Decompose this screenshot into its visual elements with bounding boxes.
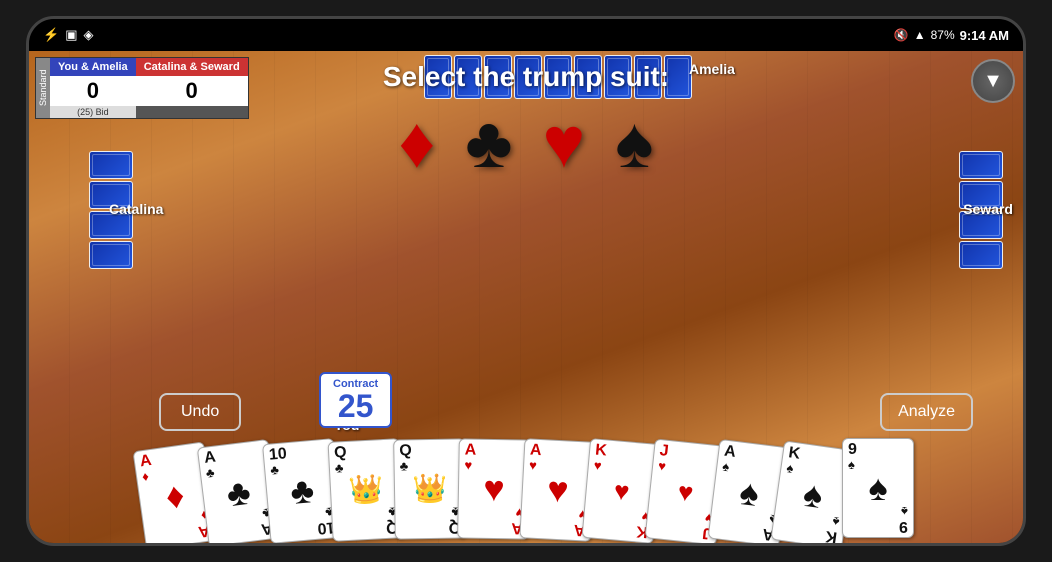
info-icon: ▼ (983, 70, 1003, 93)
battery-level: 87% (931, 28, 955, 42)
card-center: ♣ (225, 474, 253, 513)
contract-number: 25 (333, 390, 378, 422)
phone-frame: ⚡ ▣ ◈ 🔇 ▲ 87% 9:14 AM Standard You & Ame… (26, 16, 1026, 546)
sim-icon: ▣ (65, 27, 77, 43)
card-suit: ♠ (848, 458, 855, 471)
team1-score: 0 (50, 76, 136, 106)
hand-card-qc2[interactable]: Q ♣ 👑 Q ♣ (393, 438, 467, 539)
signal-icon: ▲ (914, 28, 926, 42)
hand-area: A ♦ ♦ A ♦ A ♣ ♣ A ♣ 10 ♣ ♣ 10 ♣ (29, 435, 1023, 543)
card-suit: ♣ (205, 466, 215, 480)
diamond-suit-button[interactable]: ♦ (398, 107, 435, 179)
card-back (89, 151, 133, 179)
team1-score-col: You & Amelia 0 (25) Bid (50, 58, 136, 118)
card-center: 👑 (348, 475, 384, 505)
card-rank: Q (334, 445, 347, 462)
heart-suit-button[interactable]: ♥ (542, 107, 585, 179)
card-back (959, 151, 1003, 179)
mute-icon: 🔇 (894, 28, 909, 42)
trump-suits: ♦ ♣ ♥ ♠ (383, 107, 669, 179)
card-center: ♥ (677, 478, 695, 505)
undo-button[interactable]: Undo (159, 393, 241, 431)
player-catalina-label: Catalina (109, 201, 163, 217)
player-amelia-label: Amelia (689, 61, 735, 77)
card-center: ♥ (613, 477, 631, 504)
card-suit: ♠ (786, 461, 795, 475)
trump-prompt-text: Select the trump suit: (383, 61, 669, 93)
trump-prompt: Select the trump suit: ♦ ♣ ♥ ♠ (383, 61, 669, 179)
card-center: ♦ (164, 477, 187, 515)
status-right: 🔇 ▲ 87% 9:14 AM (894, 28, 1009, 43)
card-center: ♣ (289, 472, 316, 510)
team2-label: Catalina & Seward (136, 58, 248, 76)
card-suit-bot: ♠ (832, 515, 841, 529)
card-suit-bot: ♠ (901, 505, 908, 518)
card-center: 👑 (412, 475, 447, 504)
card-rank: Q (399, 443, 412, 459)
hand-card-9s[interactable]: 9 ♠ ♠ 9 ♠ (842, 438, 914, 538)
card-rank: A (465, 442, 477, 458)
card-suit: ♣ (335, 461, 344, 474)
bid-label: (25) Bid (50, 106, 136, 118)
mode-label: Standard (36, 58, 50, 118)
score-panel: Standard You & Amelia 0 (25) Bid Catalin… (35, 57, 249, 119)
card-center: ♥ (483, 471, 505, 507)
card-suit: ♥ (658, 459, 667, 473)
card-rank: 9 (848, 442, 857, 458)
spade-suit-button[interactable]: ♠ (615, 107, 653, 179)
card-suit: ♣ (270, 463, 280, 477)
card-back (959, 241, 1003, 269)
team1-label: You & Amelia (50, 58, 136, 76)
time: 9:14 AM (960, 28, 1009, 43)
analyze-button[interactable]: Analyze (880, 393, 973, 431)
card-suit: ♥ (529, 458, 537, 471)
card-center: ♥ (546, 471, 569, 508)
status-bar: ⚡ ▣ ◈ 🔇 ▲ 87% 9:14 AM (29, 19, 1023, 51)
card-center: ♠ (738, 474, 761, 512)
game-area: Standard You & Amelia 0 (25) Bid Catalin… (29, 51, 1023, 543)
card-back (89, 241, 133, 269)
card-center: ♠ (868, 470, 887, 506)
usb-icon: ⚡ (43, 27, 59, 43)
player-seward-label: Seward (963, 201, 1013, 217)
team2-score: 0 (136, 76, 248, 106)
card-rank-bot: 9 (899, 518, 908, 534)
contract-badge: Contract 25 (319, 372, 392, 428)
card-suit: ♥ (464, 458, 472, 471)
card-suit: ♥ (593, 458, 602, 472)
card-suit: ♣ (399, 459, 408, 472)
club-suit-button[interactable]: ♣ (465, 107, 512, 179)
card-suit: ♦ (141, 469, 149, 483)
wifi-icon: ◈ (83, 27, 93, 43)
card-center: ♠ (801, 476, 825, 514)
info-button[interactable]: ▼ (971, 59, 1015, 103)
card-suit: ♠ (722, 460, 730, 474)
status-left: ⚡ ▣ ◈ (43, 27, 93, 43)
team2-score-col: Catalina & Seward 0 — (136, 58, 248, 118)
